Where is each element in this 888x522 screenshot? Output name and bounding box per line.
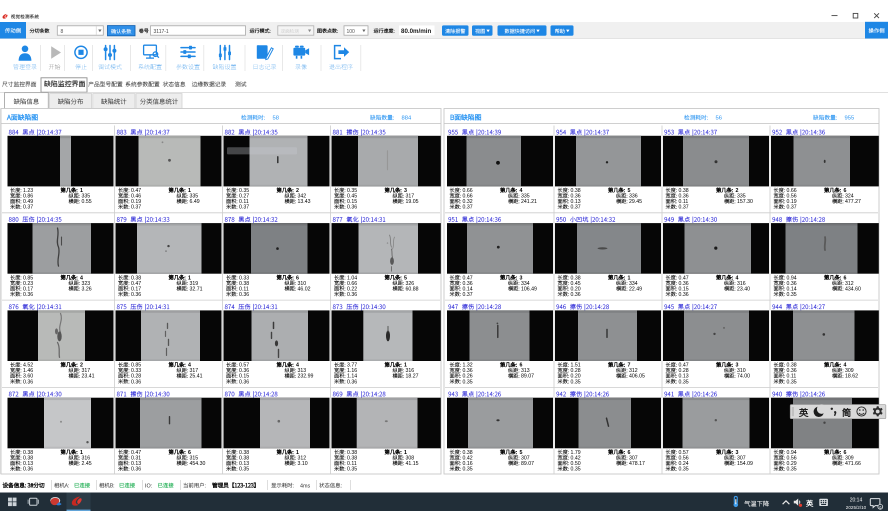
svg-text:6: 6 bbox=[879, 505, 881, 510]
svg-text:0.35: 0.35 bbox=[787, 379, 797, 385]
svg-text:3117-1: 3117-1 bbox=[154, 29, 169, 35]
svg-text:0.36: 0.36 bbox=[131, 292, 141, 298]
svg-text:0.35: 0.35 bbox=[239, 467, 249, 473]
svg-text:157.30: 157.30 bbox=[737, 199, 753, 205]
svg-text:0.36: 0.36 bbox=[23, 379, 33, 385]
svg-text:89.07: 89.07 bbox=[521, 461, 534, 467]
svg-text:0.36: 0.36 bbox=[679, 292, 689, 298]
svg-text:IO:: IO: bbox=[145, 483, 152, 489]
svg-text:0.37: 0.37 bbox=[131, 205, 141, 211]
svg-text:0.35: 0.35 bbox=[347, 467, 357, 473]
svg-text:0.36: 0.36 bbox=[131, 467, 141, 473]
svg-text:0.36: 0.36 bbox=[239, 379, 249, 385]
svg-text:0.35: 0.35 bbox=[571, 467, 581, 473]
svg-text:3.10: 3.10 bbox=[298, 461, 308, 467]
svg-text:2.45: 2.45 bbox=[82, 461, 92, 467]
svg-text:0.35: 0.35 bbox=[463, 467, 473, 473]
svg-text:13.43: 13.43 bbox=[298, 199, 311, 205]
svg-text:477.27: 477.27 bbox=[845, 199, 861, 205]
svg-text:18.27: 18.27 bbox=[406, 374, 419, 380]
svg-text:434.60: 434.60 bbox=[845, 286, 861, 292]
svg-text:60.88: 60.88 bbox=[406, 286, 419, 292]
svg-text:80.0m/min: 80.0m/min bbox=[401, 28, 431, 35]
svg-text:2025/2/10: 2025/2/10 bbox=[846, 505, 867, 510]
svg-text:0.36: 0.36 bbox=[239, 292, 249, 298]
svg-text:154.09: 154.09 bbox=[737, 461, 753, 467]
svg-text:23.40: 23.40 bbox=[737, 286, 750, 292]
svg-text:0.35: 0.35 bbox=[787, 467, 797, 473]
svg-text:454.30: 454.30 bbox=[190, 461, 206, 467]
svg-text:41.15: 41.15 bbox=[406, 461, 419, 467]
svg-text:89.07: 89.07 bbox=[521, 374, 534, 380]
svg-text:22.49: 22.49 bbox=[629, 286, 642, 292]
svg-text:0.35: 0.35 bbox=[679, 467, 689, 473]
svg-text:0.36: 0.36 bbox=[347, 205, 357, 211]
svg-text:0.37: 0.37 bbox=[463, 292, 473, 298]
svg-text:8: 8 bbox=[61, 29, 64, 35]
svg-text:29.45: 29.45 bbox=[629, 199, 642, 205]
svg-text:6.49: 6.49 bbox=[190, 199, 200, 205]
svg-text:19.05: 19.05 bbox=[406, 199, 419, 205]
svg-text:471.66: 471.66 bbox=[845, 461, 861, 467]
svg-text:0.35: 0.35 bbox=[679, 379, 689, 385]
svg-text:0.37: 0.37 bbox=[571, 205, 581, 211]
svg-text:0.36: 0.36 bbox=[131, 379, 141, 385]
svg-text:0.35: 0.35 bbox=[571, 379, 581, 385]
svg-text:884: 884 bbox=[402, 116, 412, 122]
svg-text:74.00: 74.00 bbox=[737, 374, 750, 380]
svg-text:0.55: 0.55 bbox=[82, 199, 92, 205]
svg-text:3.26: 3.26 bbox=[82, 286, 92, 292]
svg-text:56: 56 bbox=[716, 116, 722, 122]
svg-text:25.41: 25.41 bbox=[190, 374, 203, 380]
svg-text:0.36: 0.36 bbox=[23, 467, 33, 473]
svg-text:0.37: 0.37 bbox=[463, 205, 473, 211]
svg-text:0.36: 0.36 bbox=[23, 292, 33, 298]
svg-text:955: 955 bbox=[845, 116, 855, 122]
svg-text:0.36: 0.36 bbox=[571, 292, 581, 298]
svg-text:0.35: 0.35 bbox=[787, 292, 797, 298]
svg-text:0.36: 0.36 bbox=[347, 379, 357, 385]
svg-text:23.41: 23.41 bbox=[82, 374, 95, 380]
svg-text:0.37: 0.37 bbox=[787, 205, 797, 211]
svg-text:0.36: 0.36 bbox=[347, 292, 357, 298]
svg-text:0.37: 0.37 bbox=[239, 205, 249, 211]
svg-text:478.17: 478.17 bbox=[629, 461, 645, 467]
svg-text:406.05: 406.05 bbox=[629, 374, 645, 380]
svg-text:32.71: 32.71 bbox=[190, 286, 203, 292]
svg-text:232.99: 232.99 bbox=[298, 374, 314, 380]
svg-text:18.62: 18.62 bbox=[845, 374, 858, 380]
svg-text:241.21: 241.21 bbox=[521, 199, 537, 205]
svg-text:0.35: 0.35 bbox=[463, 379, 473, 385]
svg-text:106.49: 106.49 bbox=[521, 286, 537, 292]
svg-text:20:14: 20:14 bbox=[850, 498, 863, 504]
svg-text:100: 100 bbox=[347, 29, 356, 35]
svg-text:58: 58 bbox=[273, 116, 279, 122]
svg-text:4ms: 4ms bbox=[300, 483, 310, 489]
svg-text:46.02: 46.02 bbox=[298, 286, 311, 292]
svg-text:0.37: 0.37 bbox=[679, 205, 689, 211]
svg-text:0.37: 0.37 bbox=[23, 205, 33, 211]
